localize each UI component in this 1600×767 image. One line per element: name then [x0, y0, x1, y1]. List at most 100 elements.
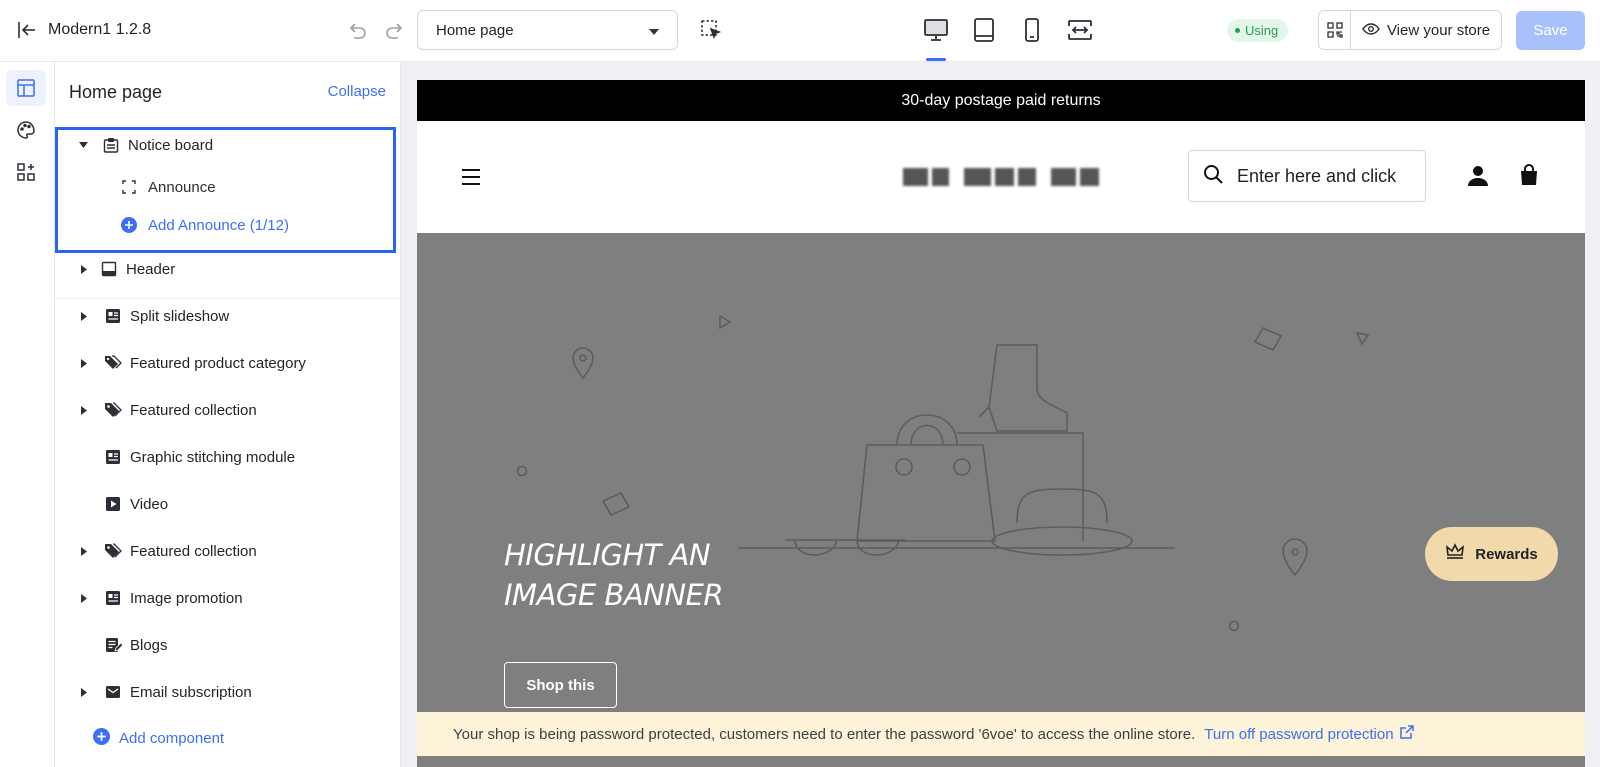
caret-right-icon[interactable] [79, 358, 88, 368]
tablet-icon[interactable] [968, 14, 999, 46]
store-logo[interactable] [903, 162, 1099, 192]
announcement-bar[interactable]: 30-day postage paid returns [417, 80, 1585, 121]
add-component-button[interactable]: Add component [93, 728, 224, 749]
tree-item-featured-collection[interactable]: Featured collection [55, 531, 400, 571]
banner-heading-line: IMAGE BANNER [504, 578, 724, 612]
mobile-icon[interactable] [1016, 14, 1047, 46]
banner-heading: HIGHLIGHT AN IMAGE BANNER [504, 535, 834, 615]
external-link-icon [1399, 725, 1414, 743]
grid-icon [104, 448, 122, 466]
tag-icon [104, 542, 122, 560]
save-button[interactable]: Save [1516, 11, 1585, 50]
tree-item-notice-board[interactable]: Notice board [55, 125, 400, 165]
tree-item-announce[interactable]: Announce [55, 169, 400, 205]
tree-item-featured-collection[interactable]: Featured collection [55, 390, 400, 430]
crown-icon [1445, 543, 1465, 565]
caret-right-icon[interactable] [79, 593, 88, 603]
store-preview[interactable]: 30-day postage paid returns Enter here a… [417, 80, 1585, 767]
menu-icon[interactable] [461, 168, 481, 186]
video-icon [104, 495, 122, 513]
device-switcher [920, 14, 1095, 46]
tree-item-label: Featured collection [130, 401, 257, 419]
add-component-label: Add component [119, 730, 225, 747]
status-dot [1235, 28, 1240, 33]
tree-item-graphic-stitching-module[interactable]: Graphic stitching module [55, 437, 400, 477]
page-select[interactable]: Home page [417, 10, 678, 50]
store-actions: View your store [1318, 10, 1502, 50]
caret-right-icon[interactable] [79, 546, 88, 556]
rewards-label: Rewards [1475, 545, 1538, 563]
tree-item-video[interactable]: Video [55, 484, 400, 524]
rewards-button[interactable]: Rewards [1425, 527, 1558, 581]
add-announce-label: Add Announce (1/12) [148, 216, 289, 234]
caret-right-icon[interactable] [79, 264, 88, 274]
element-select-icon[interactable] [699, 18, 723, 42]
turn-off-password-link[interactable]: Turn off password protection [1204, 725, 1414, 743]
exit-icon[interactable] [16, 19, 38, 41]
desktop-icon[interactable] [920, 14, 951, 46]
sidebar-title: Home page [69, 82, 163, 102]
account-icon[interactable] [1467, 165, 1489, 187]
tree-item-label: Header [126, 260, 176, 278]
caret-down-icon [649, 22, 659, 39]
tree-item-label: Image promotion [130, 589, 243, 607]
active-device-indicator [926, 58, 946, 61]
tags-icon [104, 354, 122, 372]
section-sidebar: Home page Collapse Notice board Announce… [55, 62, 401, 767]
tree-item-label: Announce [148, 178, 216, 196]
block-icon [121, 179, 137, 195]
password-protection-notice: Your shop is being password protected, c… [417, 712, 1585, 756]
header-icon [100, 260, 118, 278]
cart-bag-icon[interactable] [1519, 164, 1539, 186]
layout-icon[interactable] [6, 70, 46, 106]
fullscreen-icon[interactable] [1064, 14, 1095, 46]
page-select-value: Home page [436, 21, 514, 39]
tree-item-email-subscription[interactable]: Email subscription [55, 672, 400, 712]
image-banner[interactable]: HIGHLIGHT AN IMAGE BANNER Shop this Rewa… [417, 233, 1585, 767]
store-search-input[interactable]: Enter here and click [1188, 150, 1426, 202]
status-badge: Using [1227, 19, 1289, 42]
tree-item-featured-product-category[interactable]: Featured product category [55, 343, 400, 383]
password-notice-text: Your shop is being password protected, c… [453, 725, 1196, 743]
blog-icon [104, 636, 122, 654]
undo-icon[interactable] [346, 20, 368, 42]
palette-icon[interactable] [6, 112, 46, 148]
slideshow-icon [104, 307, 122, 325]
view-store-button[interactable]: View your store [1351, 11, 1501, 49]
tree-item-label: Featured product category [130, 354, 306, 372]
tag-icon [104, 401, 122, 419]
caret-right-icon[interactable] [79, 405, 88, 415]
tree-item-label: Video [130, 495, 169, 513]
apps-add-icon[interactable] [6, 154, 46, 190]
preview-canvas: 30-day postage paid returns Enter here a… [401, 62, 1600, 767]
caret-down-icon[interactable] [79, 141, 88, 150]
plus-circle-icon [93, 728, 110, 749]
top-toolbar: Modern1 1.2.8 Home page Using View your … [0, 0, 1600, 62]
redo-icon[interactable] [384, 20, 406, 42]
tree-item-label: Email subscription [130, 683, 252, 701]
add-announce-button[interactable]: Add Announce (1/12) [55, 207, 400, 243]
notice-board-icon [102, 136, 120, 154]
tree-item-label: Featured collection [130, 542, 257, 560]
shop-this-button[interactable]: Shop this [504, 662, 617, 708]
tree-item-label: Blogs [130, 636, 168, 654]
tree-item-image-promotion[interactable]: Image promotion [55, 578, 400, 618]
store-header[interactable]: Enter here and click [417, 121, 1585, 233]
image-icon [104, 589, 122, 607]
search-icon [1203, 164, 1223, 189]
qr-code-icon[interactable] [1319, 11, 1351, 49]
tree-item-label: Notice board [128, 136, 214, 154]
tree-item-header[interactable]: Header [55, 249, 400, 289]
status-badge-label: Using [1245, 23, 1279, 38]
view-store-label: View your store [1386, 21, 1491, 39]
tree-item-blogs[interactable]: Blogs [55, 625, 400, 665]
plus-circle-icon [121, 217, 137, 233]
banner-heading-line: HIGHLIGHT AN [504, 538, 711, 572]
tree-item-split-slideshow[interactable]: Split slideshow [55, 296, 400, 336]
app-title: Modern1 1.2.8 [48, 21, 152, 38]
left-rail [0, 62, 55, 767]
collapse-link[interactable]: Collapse [328, 83, 386, 100]
caret-right-icon[interactable] [79, 311, 88, 321]
announcement-text: 30-day postage paid returns [901, 91, 1101, 109]
caret-right-icon[interactable] [79, 687, 88, 697]
